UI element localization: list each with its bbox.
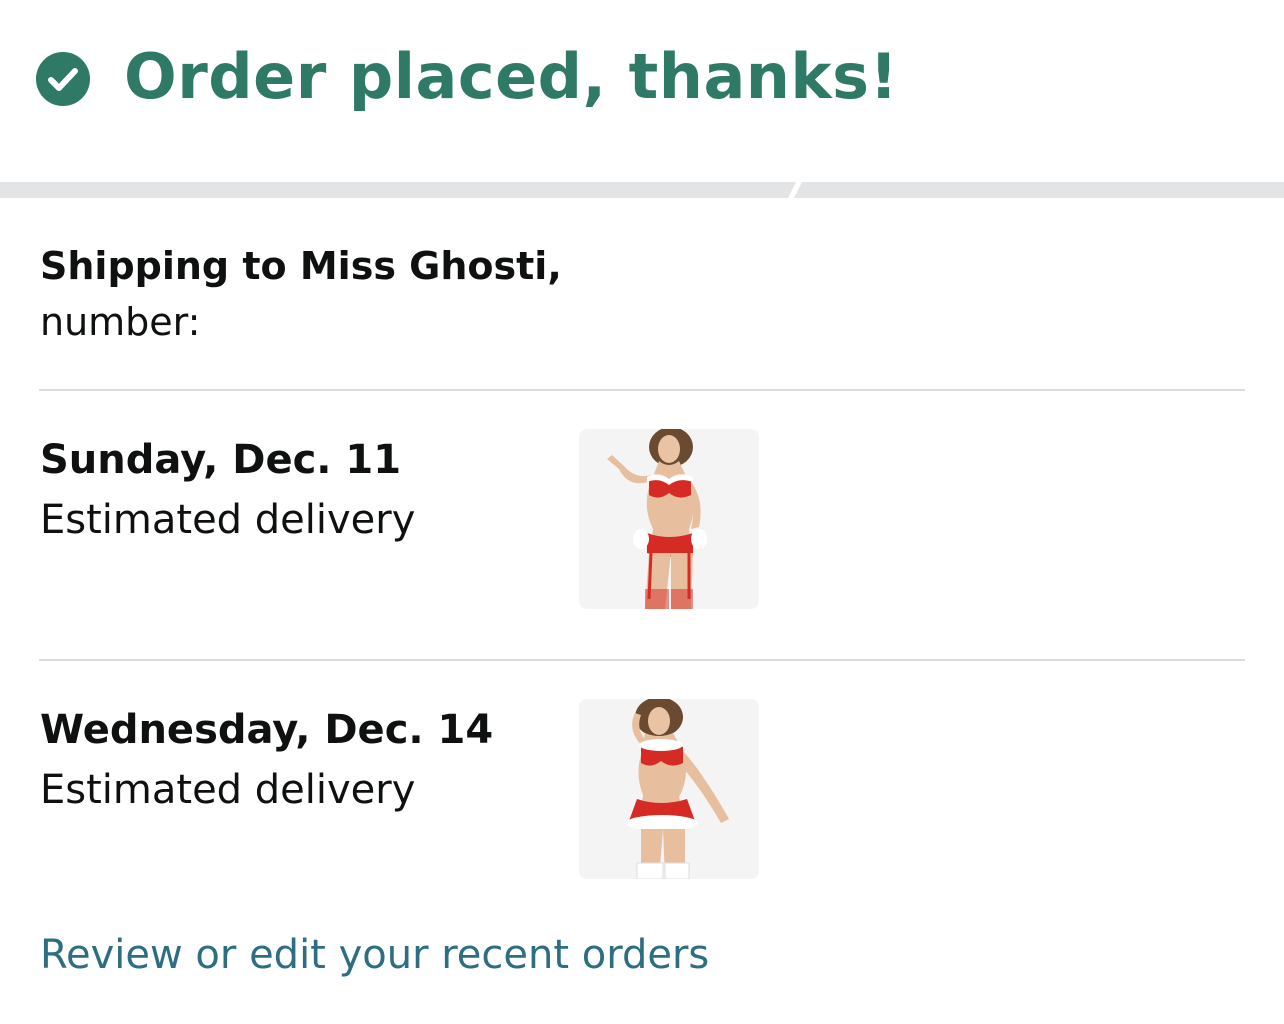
section-divider	[39, 659, 1245, 661]
delivery-group: Sunday, Dec. 11 Estimated delivery	[40, 430, 560, 550]
delivery-date: Wednesday, Dec. 14	[40, 707, 494, 753]
delivery-label: Estimated delivery	[40, 767, 416, 813]
product-thumbnail[interactable]	[579, 699, 759, 879]
redacted-address	[562, 259, 1122, 279]
delivery-label: Estimated delivery	[40, 497, 416, 543]
shipping-address: Shipping to Miss Ghosti, number:	[40, 238, 1240, 350]
review-orders-link[interactable]: Review or edit your recent orders	[40, 932, 709, 978]
section-divider	[39, 389, 1245, 391]
check-circle-icon	[36, 52, 90, 106]
red-lingerie-fur-trim-image	[626, 699, 729, 879]
product-thumbnail[interactable]	[579, 429, 759, 609]
page-title: Order placed, thanks!	[124, 40, 899, 113]
delivery-date: Sunday, Dec. 11	[40, 437, 402, 483]
delivery-group: Wednesday, Dec. 14 Estimated delivery	[40, 700, 560, 820]
phone-number-label: number:	[40, 300, 201, 344]
confirmation-header: Order placed, thanks!	[0, 0, 1284, 182]
red-lingerie-set-image	[607, 429, 707, 609]
shipping-recipient: Shipping to Miss Ghosti,	[40, 244, 562, 288]
progress-divider	[0, 182, 1284, 198]
